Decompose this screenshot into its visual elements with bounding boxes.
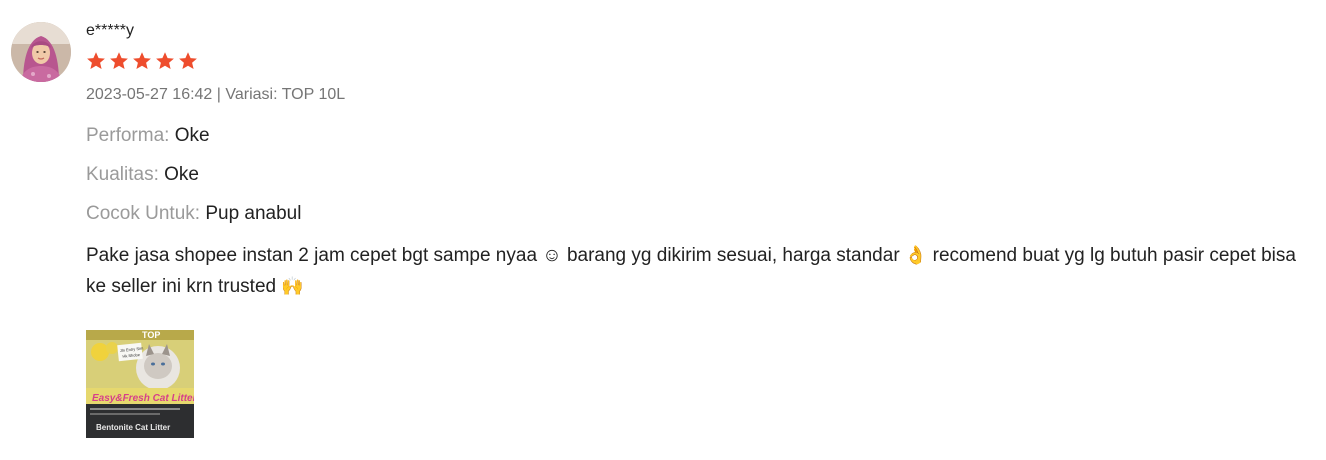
product-review: e*****y 2023-05-27 16:42 | Variasi: TOP … — [0, 0, 1326, 460]
raised-hands-icon: 🙌 — [281, 276, 304, 296]
attribute-label: Performa: — [86, 125, 170, 146]
review-comment: Pake jasa shopee instan 2 jam cepet bgt … — [86, 240, 1320, 302]
comment-text: Pake jasa shopee instan 2 jam cepet bgt … — [86, 245, 905, 266]
star-icon — [109, 51, 129, 71]
attribute-value: Oke — [164, 164, 200, 185]
star-icon — [155, 51, 175, 71]
attribute-value: Oke — [174, 125, 210, 146]
attribute-cocok-untuk: Cocok Untuk: Pup anabul — [86, 201, 1320, 227]
star-icon — [178, 51, 198, 71]
review-photo-thumbnail[interactable]: TOP Jln Entry Sim Hk Shobe Easy&Fresh Ca… — [86, 330, 194, 438]
review-body: e*****y 2023-05-27 16:42 | Variasi: TOP … — [86, 20, 1320, 438]
attribute-label: Cocok Untuk: — [86, 203, 201, 224]
attribute-label: Kualitas: — [86, 164, 159, 185]
review-timestamp-variation: 2023-05-27 16:42 | Variasi: TOP 10L — [86, 86, 346, 103]
star-icon — [86, 51, 106, 71]
review-attributes: Performa: Oke Kualitas: Oke Cocok Untuk:… — [86, 123, 1320, 227]
product-subtitle-text: Bentonite Cat Litter — [96, 423, 170, 432]
attribute-value: Pup anabul — [205, 203, 302, 224]
star-icon — [132, 51, 152, 71]
attribute-performa: Performa: Oke — [86, 123, 1320, 149]
attribute-kualitas: Kualitas: Oke — [86, 162, 1320, 188]
brand-logo-text: TOP — [142, 330, 160, 340]
star-rating — [86, 51, 1320, 71]
product-name-text: Easy&Fresh Cat Litter — [92, 393, 194, 404]
ok-hand-icon: 👌 — [904, 245, 928, 265]
reviewer-name: e*****y — [86, 22, 135, 39]
avatar[interactable] — [11, 22, 71, 82]
